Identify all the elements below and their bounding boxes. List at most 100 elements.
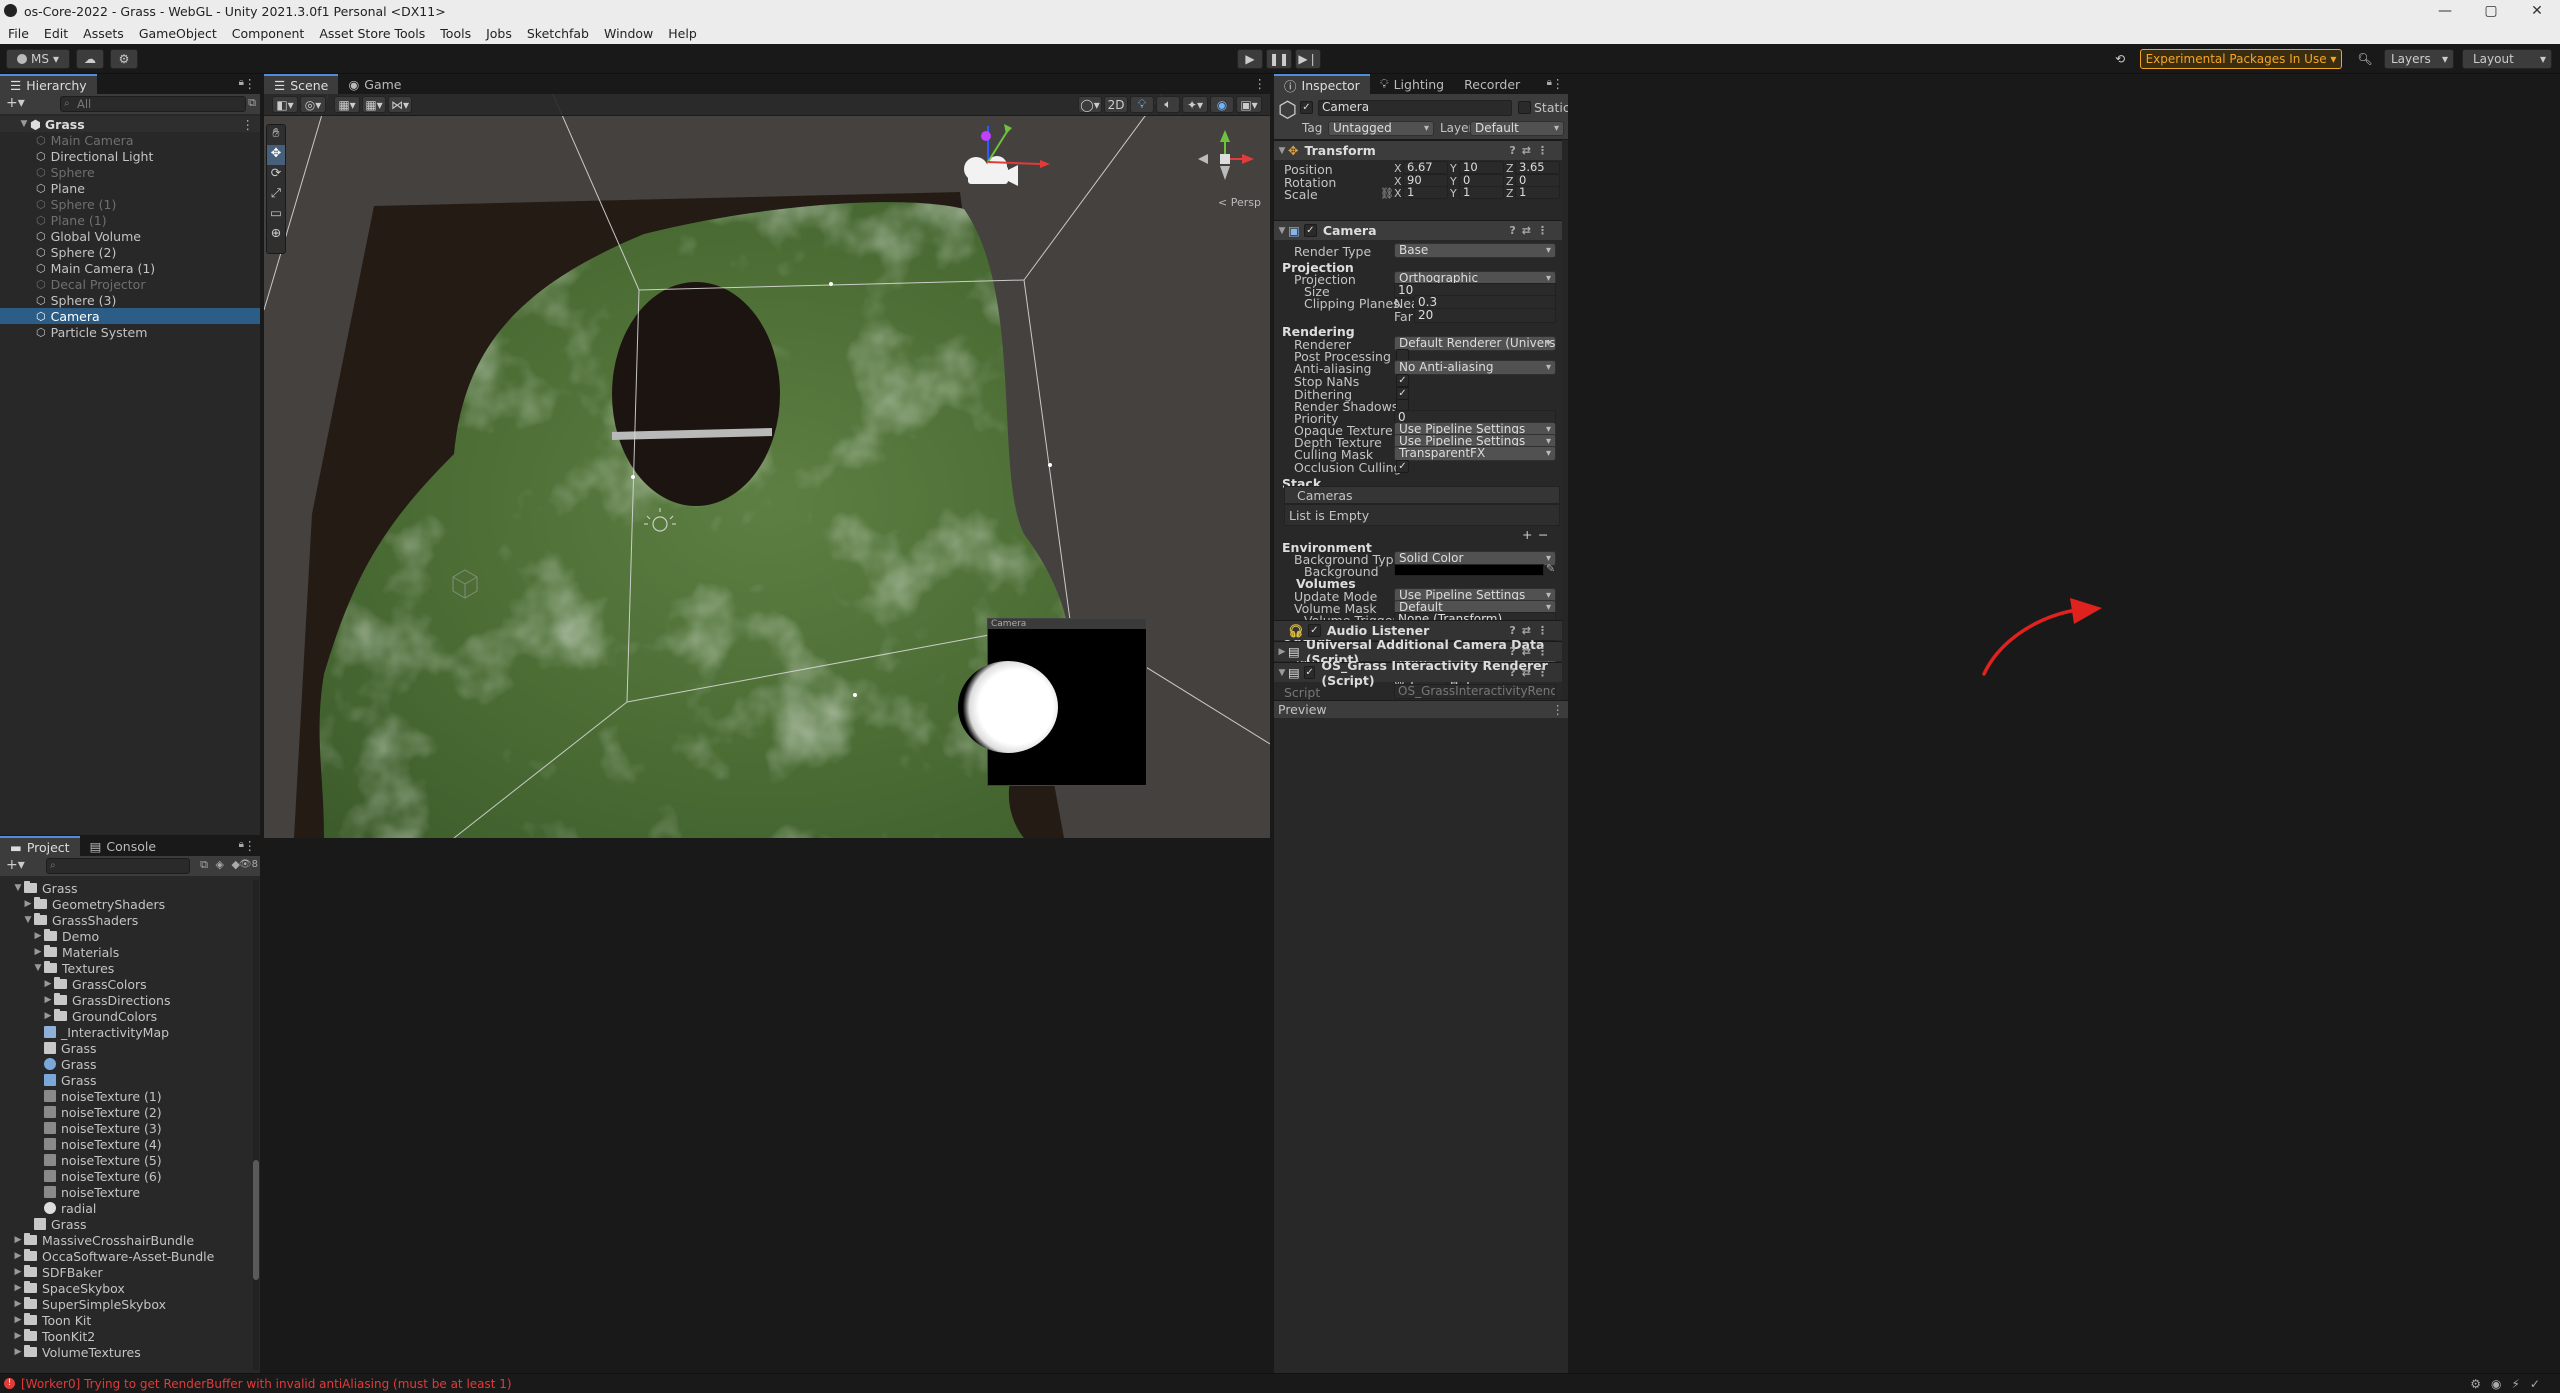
status-icons[interactable]: ⚙◉⚡✓	[2470, 1377, 2550, 1391]
camera-dropdown[interactable]: ▣▾	[1236, 96, 1262, 113]
project-item[interactable]: Grass	[0, 1056, 260, 1072]
project-item[interactable]: Grass	[0, 1216, 260, 1232]
menu-asset-store-tools[interactable]: Asset Store Tools	[319, 26, 425, 41]
expand-caret-icon[interactable]: ▶	[32, 947, 44, 957]
increment-snap-dropdown[interactable]: ⋈▾	[388, 96, 412, 113]
render-mode-dropdown[interactable]: ◎▾	[300, 96, 326, 113]
static-checkbox[interactable]	[1518, 101, 1531, 114]
component-menu-icons[interactable]: ?⇄⋮	[1509, 624, 1554, 637]
transform-position-y-field[interactable]: 10	[1459, 161, 1504, 174]
search-button[interactable]: 🔍︎	[2352, 49, 2378, 69]
eyedropper-icon[interactable]: ✎	[1546, 562, 1555, 575]
transform-scale-z-field[interactable]: 1	[1515, 186, 1560, 199]
tab-inspector[interactable]: ⓘ Inspector	[1274, 74, 1370, 94]
project-item[interactable]: noiseTexture (3)	[0, 1120, 260, 1136]
expand-caret-icon[interactable]: ▶	[22, 899, 34, 909]
preview-bar[interactable]: Preview ⋮	[1274, 700, 1568, 718]
inspector-scrollbar[interactable]	[1562, 140, 1568, 700]
project-item[interactable]: noiseTexture (4)	[0, 1136, 260, 1152]
undo-history-button[interactable]: ⟲	[2107, 49, 2133, 69]
component-menu-icons[interactable]: ?⇄⋮	[1509, 144, 1554, 157]
project-item[interactable]: noiseTexture (6)	[0, 1168, 260, 1184]
project-item[interactable]: ▶ SpaceSkybox	[0, 1280, 260, 1296]
expand-caret-icon[interactable]: ▶	[12, 1347, 24, 1357]
kebab-menu-icon[interactable]: ⋮	[244, 838, 257, 853]
menu-help[interactable]: Help	[668, 26, 697, 41]
lighting-toggle[interactable]: 💡︎	[1130, 96, 1154, 113]
transform-header[interactable]: ▼ ✥ Transform ?⇄⋮	[1274, 140, 1568, 160]
hierarchy-item[interactable]: ⬡ Global Volume	[0, 228, 260, 244]
list-add-icon[interactable]: +	[1522, 527, 1532, 542]
play-button[interactable]: ▶	[1237, 49, 1263, 69]
kebab-menu-icon[interactable]: ⋮	[242, 117, 255, 132]
project-item[interactable]: noiseTexture (1)	[0, 1088, 260, 1104]
scene-view[interactable]: ◧▾ ◎▾ ▦▾ ▦▾ ⋈▾ ◯▾ 2D 💡︎ 🔈︎ ✦▾ ◉ ▣▾ ✋︎ ✥ …	[264, 94, 1270, 838]
hierarchy-item[interactable]: ⬡ Main Camera	[0, 132, 260, 148]
hierarchy-item[interactable]: ⬡ Plane	[0, 180, 260, 196]
expand-caret-icon[interactable]: ▶	[42, 995, 54, 1005]
add-button[interactable]: +▾	[6, 95, 25, 111]
expand-caret-icon[interactable]: ▼	[18, 119, 30, 129]
component-menu-icons[interactable]: ?⇄⋮	[1509, 645, 1554, 658]
expand-caret-icon[interactable]: ▶	[42, 1011, 54, 1021]
list-remove-icon[interactable]: −	[1538, 527, 1548, 542]
filter-type-icon[interactable]: ⧉	[200, 858, 208, 872]
expand-caret-icon[interactable]: ▶	[12, 1251, 24, 1261]
project-item[interactable]: ▶ VolumeTextures	[0, 1344, 260, 1360]
camera-enabled-checkbox[interactable]: ✓	[1303, 224, 1317, 237]
transform-rotation-z-field[interactable]: 0	[1515, 173, 1560, 187]
toggle-2d-button[interactable]: 2D	[1104, 96, 1128, 113]
grass-renderer-header[interactable]: ▼ ▤ ✓ OS_Grass Interactivity Renderer (S…	[1274, 658, 1568, 688]
hierarchy-item[interactable]: ⬡ Sphere	[0, 164, 260, 180]
expand-caret-icon[interactable]: ▶	[12, 1267, 24, 1277]
project-item[interactable]: ▶ Toon Kit	[0, 1312, 260, 1328]
expand-caret-icon[interactable]: ▶	[12, 1283, 24, 1293]
expand-caret-icon[interactable]: ▶	[42, 979, 54, 989]
menu-file[interactable]: File	[8, 26, 29, 41]
hierarchy-item[interactable]: ⬡ Camera	[0, 308, 260, 324]
status-message[interactable]: [Worker0] Trying to get RenderBuffer wit…	[21, 1377, 512, 1391]
project-item[interactable]: ▼ GrassShaders	[0, 912, 260, 928]
transform-rotation-y-field[interactable]: 0	[1459, 173, 1504, 187]
effects-dropdown[interactable]: ✦▾	[1182, 96, 1208, 113]
project-item[interactable]: noiseTexture (2)	[0, 1104, 260, 1120]
hierarchy-item[interactable]: ⬡ Particle System	[0, 324, 260, 340]
transform-position-z-field[interactable]: 3.65	[1515, 161, 1560, 174]
menu-tools[interactable]: Tools	[440, 26, 471, 41]
collapse-caret-icon[interactable]: ▼	[1276, 226, 1288, 236]
transform-position-x-field[interactable]: 6.67	[1403, 161, 1448, 174]
layer-dropdown[interactable]: Default	[1470, 121, 1564, 136]
project-item[interactable]: ▶ OccaSoftware-Asset-Bundle	[0, 1248, 260, 1264]
menu-gameobject[interactable]: GameObject	[139, 26, 217, 41]
hierarchy-item[interactable]: ⬡ Plane (1)	[0, 212, 260, 228]
component-menu-icons[interactable]: ?⇄⋮	[1509, 666, 1554, 679]
culling-dropdown[interactable]: TransparentFX	[1394, 446, 1556, 461]
project-item[interactable]: ▶ SuperSimpleSkybox	[0, 1296, 260, 1312]
layers-dropdown[interactable]: Layers ▾	[2384, 49, 2454, 69]
scale-tool-icon[interactable]: ⤢	[267, 185, 285, 205]
scrollbar-thumb[interactable]	[253, 1160, 259, 1280]
renderer-dropdown[interactable]: Default Renderer (UniversalRendererData)	[1394, 336, 1556, 351]
expand-caret-icon[interactable]: ▶	[12, 1235, 24, 1245]
project-item[interactable]: Grass	[0, 1072, 260, 1088]
kebab-menu-icon[interactable]: ⋮	[1552, 702, 1565, 717]
expand-caret-icon[interactable]: ▼	[22, 915, 34, 925]
project-item[interactable]: ▶ GrassDirections	[0, 992, 260, 1008]
tab-lighting[interactable]: 💡︎ Lighting	[1370, 74, 1454, 94]
menu-sketchfab[interactable]: Sketchfab	[527, 26, 589, 41]
grass-renderer-checkbox[interactable]: ✓	[1303, 666, 1316, 679]
component-menu-icons[interactable]: ?⇄⋮	[1509, 224, 1554, 237]
tab-recorder[interactable]: Recorder	[1454, 74, 1530, 94]
maximize-button[interactable]: ▢	[2468, 0, 2514, 22]
layout-dropdown[interactable]: Layout ▾	[2462, 49, 2552, 69]
rect-tool-icon[interactable]: ▭	[267, 205, 285, 225]
tab-project[interactable]: ▬ Project	[0, 836, 80, 856]
aa-dropdown[interactable]: No Anti-aliasing	[1394, 360, 1556, 375]
expand-caret-icon[interactable]: ▶	[12, 1315, 24, 1325]
experimental-packages-button[interactable]: Experimental Packages In Use ▾	[2140, 49, 2342, 69]
menu-jobs[interactable]: Jobs	[486, 26, 512, 41]
tab-scene[interactable]: ☰ Scene	[264, 74, 339, 94]
project-item[interactable]: Grass	[0, 1040, 260, 1056]
grid-dropdown[interactable]: ▦▾	[334, 96, 360, 113]
global-dropdown[interactable]: ◯▾	[1078, 96, 1102, 113]
